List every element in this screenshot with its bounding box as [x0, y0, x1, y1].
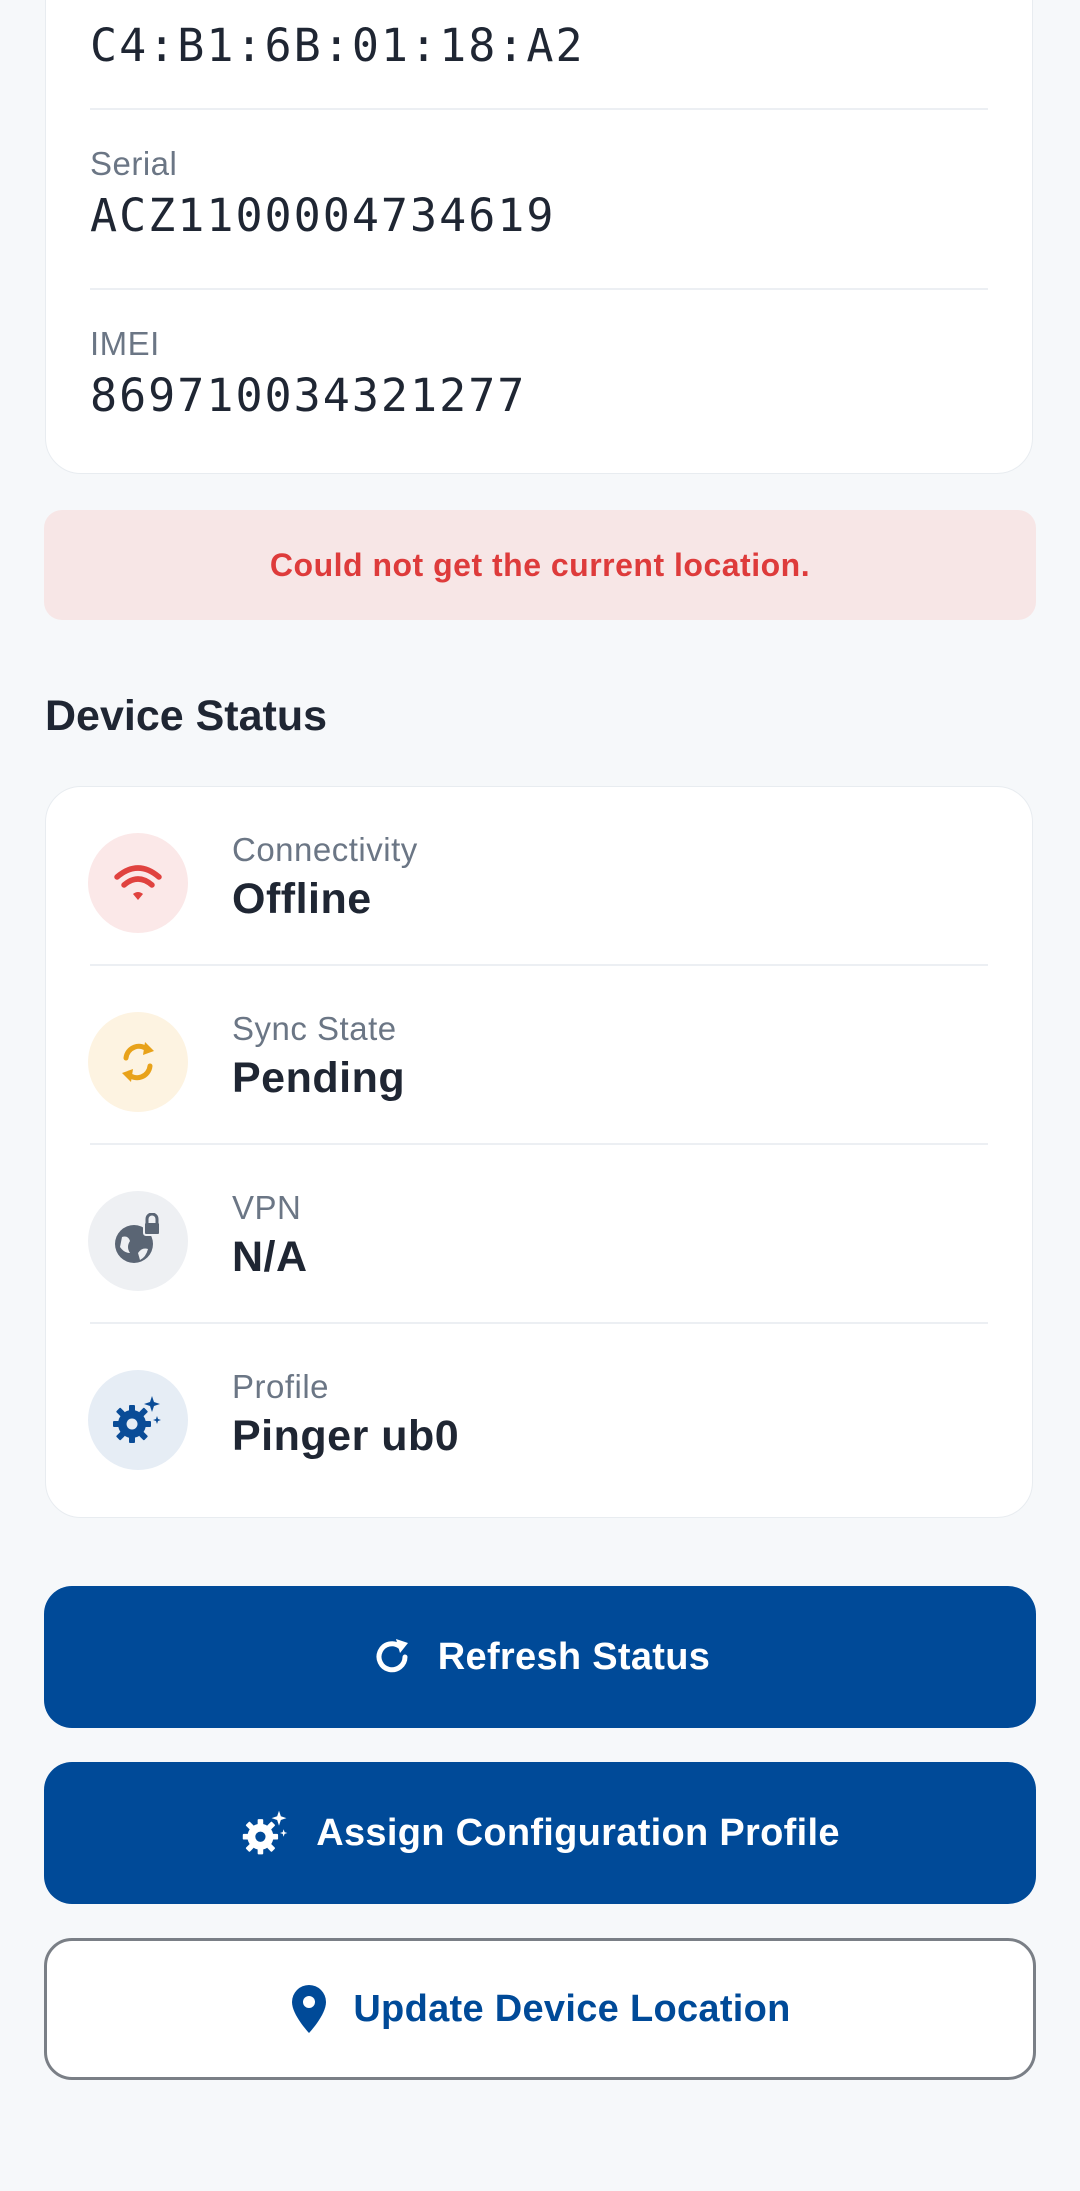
refresh-status-button[interactable]: Refresh Status	[44, 1586, 1036, 1728]
serial-row: Serial ACZ1100004734619	[90, 145, 988, 242]
wifi-icon	[88, 833, 188, 933]
sync-state-label: Sync State	[232, 1010, 397, 1047]
device-details-screen: C4:B1:6B:01:18:A2 Serial ACZ110000473461…	[0, 0, 1080, 2191]
device-identifiers-card: C4:B1:6B:01:18:A2 Serial ACZ110000473461…	[45, 0, 1033, 474]
divider	[90, 288, 988, 290]
mac-address-value: C4:B1:6B:01:18:A2	[90, 19, 585, 72]
location-error-banner: Could not get the current location.	[44, 510, 1036, 620]
profile-label: Profile	[232, 1368, 330, 1405]
device-status-card: Connectivity Offline Sync State Pending	[45, 786, 1033, 1518]
profile-value: Pinger ub0	[232, 1412, 460, 1460]
serial-value: ACZ1100004734619	[90, 189, 556, 242]
refresh-icon	[370, 1635, 414, 1679]
imei-value: 869710034321277	[90, 369, 527, 422]
status-row-vpn: VPN N/A	[46, 1145, 1032, 1324]
imei-label: IMEI	[90, 325, 160, 362]
vpn-label: VPN	[232, 1189, 302, 1226]
refresh-status-label: Refresh Status	[437, 1635, 711, 1678]
vpn-value: N/A	[232, 1233, 308, 1281]
vpn-text: VPN N/A	[232, 1189, 308, 1282]
device-status-title: Device Status	[45, 692, 328, 740]
gear-sparkle-icon	[88, 1370, 188, 1470]
globe-lock-icon	[88, 1191, 188, 1291]
connectivity-value: Offline	[232, 875, 372, 923]
mac-address-row: C4:B1:6B:01:18:A2	[90, 13, 988, 72]
status-row-sync-state: Sync State Pending	[46, 966, 1032, 1145]
assign-configuration-profile-label: Assign Configuration Profile	[316, 1811, 840, 1854]
connectivity-text: Connectivity Offline	[232, 831, 418, 924]
connectivity-label: Connectivity	[232, 831, 418, 868]
location-pin-icon	[289, 1983, 329, 2035]
location-error-text: Could not get the current location.	[269, 546, 811, 583]
serial-label: Serial	[90, 145, 178, 182]
update-device-location-label: Update Device Location	[353, 1987, 791, 2030]
status-row-connectivity: Connectivity Offline	[46, 787, 1032, 966]
divider	[90, 108, 988, 110]
profile-text: Profile Pinger ub0	[232, 1368, 459, 1461]
update-device-location-button[interactable]: Update Device Location	[44, 1938, 1036, 2080]
status-row-profile: Profile Pinger ub0	[46, 1324, 1032, 1503]
gear-sparkle-icon	[240, 1807, 292, 1859]
assign-configuration-profile-button[interactable]: Assign Configuration Profile	[44, 1762, 1036, 1904]
imei-row: IMEI 869710034321277	[90, 325, 988, 422]
sync-state-text: Sync State Pending	[232, 1010, 405, 1103]
sync-state-value: Pending	[232, 1054, 406, 1102]
sync-icon	[88, 1012, 188, 1112]
